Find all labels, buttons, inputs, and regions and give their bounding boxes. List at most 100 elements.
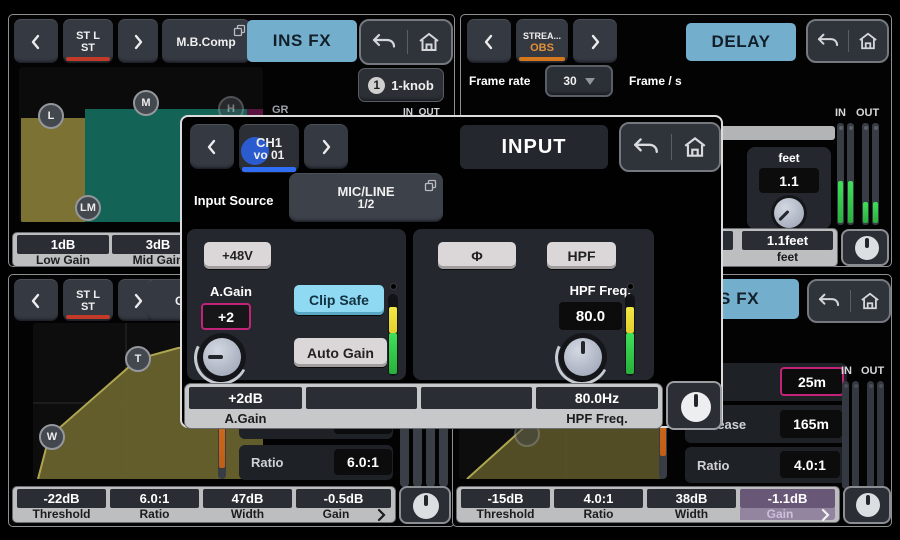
next-channel-button[interactable] (304, 124, 348, 169)
screen-title: DELAY (686, 23, 796, 61)
hpf-level-meter (625, 294, 635, 376)
input-source-button[interactable]: MIC/LINE 1/2 (289, 173, 443, 222)
in-meter-l (837, 123, 844, 225)
param-footer: -15dB 4.0:1 38dB -1.1dB Threshold Ratio … (457, 487, 839, 522)
dropdown-arrow-icon (585, 78, 595, 85)
one-knob-badge-icon: 1 (368, 77, 385, 94)
back-button[interactable] (632, 135, 660, 159)
home-button[interactable] (859, 291, 881, 311)
channel-name-line2: ST (81, 301, 95, 313)
hpf-freq-value-box[interactable]: 80.0 (559, 302, 622, 330)
frame-rate-value: 30 (563, 74, 576, 88)
again-knob[interactable] (198, 333, 246, 381)
hpf-button[interactable]: HPF (547, 242, 616, 269)
knob-assign-button[interactable] (843, 486, 891, 524)
chevron-left-icon (205, 138, 219, 156)
prev-channel-button[interactable] (467, 19, 511, 63)
delay-param-card: feet 1.1 (747, 147, 831, 229)
param-label-gain: Gain (296, 508, 376, 521)
param-cell-delay[interactable]: 1.1feet (742, 231, 833, 250)
next-channel-button[interactable] (573, 19, 617, 63)
again-value-box[interactable]: +2 (201, 303, 251, 330)
again-level-meter (388, 294, 398, 376)
back-button[interactable] (817, 291, 841, 311)
hpf-freq-knob[interactable] (559, 333, 607, 381)
fx-preset-label: M.B.Comp (176, 35, 235, 49)
mid-band-handle[interactable]: M (133, 90, 159, 116)
param-label-width: Width (203, 508, 292, 521)
home-button[interactable] (857, 31, 879, 51)
attack-value-box[interactable]: 25m (780, 367, 844, 396)
dialog-title: INPUT (460, 125, 608, 169)
channel-name: vo 01 (254, 149, 285, 161)
param-cell-ratio[interactable]: 6.0:1 (110, 489, 199, 508)
param-cell-gain[interactable]: -0.5dB (296, 489, 391, 508)
low-band-handle[interactable]: L (38, 103, 64, 129)
delay-value-box[interactable]: 1.1 (759, 168, 819, 193)
one-knob-button[interactable]: 1 1-knob (358, 68, 444, 102)
ratio-value-box[interactable]: 6.0:1 (334, 449, 392, 475)
knob-assign-button[interactable] (666, 381, 722, 430)
param-cell-3[interactable] (421, 387, 532, 409)
ratio-value-box[interactable]: 4.0:1 (780, 451, 840, 478)
more-params-chevron-icon[interactable] (821, 508, 830, 522)
out-meter-r (872, 123, 879, 225)
home-button[interactable] (682, 135, 708, 159)
param-cell-low-gain[interactable]: 1dB (17, 235, 109, 254)
phantom-48v-button[interactable]: +48V (204, 242, 271, 269)
delay-knob[interactable] (771, 195, 807, 231)
channel-select-button[interactable]: ST L ST (63, 279, 113, 321)
width-handle[interactable]: W (39, 424, 65, 450)
out-meter-l (867, 381, 874, 489)
phase-button[interactable]: Φ (438, 242, 516, 269)
auto-gain-button[interactable]: Auto Gain (294, 338, 387, 367)
param-cell-width[interactable]: 47dB (203, 489, 292, 508)
next-channel-button[interactable] (118, 19, 158, 63)
clip-safe-button[interactable]: Clip Safe (294, 285, 384, 315)
home-button[interactable] (417, 31, 441, 53)
mixer-screen: ST L ST M.B.Comp INS FX L M H LM GR (0, 0, 900, 540)
param-cell-ratio[interactable]: 4.0:1 (554, 489, 643, 508)
hpf-freq-label: HPF Freq. (547, 283, 631, 298)
param-footer: -22dB 6.0:1 47dB -0.5dB Threshold Ratio … (13, 487, 395, 522)
back-button[interactable] (371, 31, 397, 53)
ratio-row[interactable]: Ratio 4.0:1 (685, 447, 847, 483)
ratio-row-label: Ratio (251, 455, 284, 470)
back-button[interactable] (816, 31, 840, 51)
knob-assign-button[interactable] (841, 229, 889, 266)
channel-select-button[interactable]: CH1 vo 01 (239, 124, 299, 173)
threshold-handle[interactable]: T (125, 346, 151, 372)
param-cell-again[interactable]: +2dB (189, 387, 302, 409)
channel-color-bar (519, 57, 565, 61)
fx-preset-button[interactable]: M.B.Comp (162, 19, 250, 63)
param-cell-threshold[interactable]: -22dB (17, 489, 106, 508)
more-params-chevron-icon[interactable] (377, 508, 386, 522)
param-cell-threshold[interactable]: -15dB (461, 489, 550, 508)
param-cell-gain-selected[interactable]: -1.1dB (740, 489, 835, 508)
nav-divider (407, 30, 408, 53)
channel-name-line2: OBS (530, 42, 554, 54)
prev-channel-button[interactable] (190, 124, 234, 169)
param-cell-width[interactable]: 38dB (647, 489, 736, 508)
nav-group (807, 279, 891, 323)
param-label-low-gain: Low Gain (17, 254, 109, 267)
copy-icon (233, 24, 246, 37)
low-mid-crossover-handle[interactable]: LM (75, 195, 101, 221)
param-cell-hpf-freq[interactable]: 80.0Hz (536, 387, 658, 409)
ratio-row[interactable]: Ratio 6.0:1 (239, 445, 393, 480)
channel-color-bar (66, 57, 110, 61)
input-dialog: CH1 vo 01 INPUT Input Source MIC/LINE 1/… (180, 115, 723, 428)
prev-channel-button[interactable] (14, 19, 58, 63)
frame-rate-dropdown[interactable]: 30 (545, 65, 613, 97)
param-label-width: Width (647, 508, 736, 521)
knob-assign-button[interactable] (399, 486, 451, 524)
channel-select-button[interactable]: ST L ST (63, 19, 113, 63)
channel-color-bar (66, 315, 110, 319)
in-meter-r (852, 381, 859, 489)
prev-channel-button[interactable] (14, 279, 58, 321)
param-label-threshold: Threshold (17, 508, 106, 521)
channel-select-button[interactable]: STREA... OBS (516, 19, 568, 63)
release-value-box[interactable]: 165m (780, 410, 842, 438)
param-label-threshold: Threshold (461, 508, 550, 521)
param-cell-2[interactable] (306, 387, 417, 409)
